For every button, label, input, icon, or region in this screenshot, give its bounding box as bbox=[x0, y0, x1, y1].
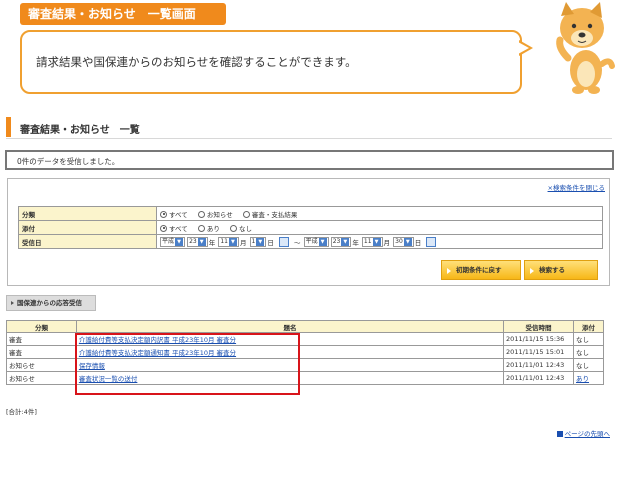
row-time: 2011/11/01 12:43 bbox=[503, 358, 575, 372]
from-day-select[interactable]: 1 ▼ bbox=[249, 236, 267, 247]
play-icon bbox=[530, 268, 534, 274]
speech-bubble-text: 請求結果や国保連からのお知らせを確認することができます。 bbox=[36, 55, 357, 69]
category-label: 分類 bbox=[18, 206, 157, 221]
to-day-select[interactable]: 30 ▼ bbox=[393, 236, 414, 247]
col-title: 題名 bbox=[75, 320, 505, 333]
row-category: 審査 bbox=[6, 332, 77, 346]
row-category: お知らせ bbox=[6, 358, 77, 372]
title-accent-bar bbox=[6, 117, 11, 137]
col-time: 受信時間 bbox=[503, 320, 575, 333]
highlight-frame bbox=[75, 333, 300, 395]
radio-icon[interactable] bbox=[229, 224, 237, 232]
row-attach: なし bbox=[573, 345, 604, 359]
radio-icon[interactable] bbox=[242, 210, 250, 218]
radio-icon[interactable] bbox=[160, 210, 167, 218]
receive-message: 0件のデータを受信しました。 bbox=[17, 157, 120, 166]
reset-conditions-button[interactable]: 初期条件に戻す bbox=[441, 260, 521, 280]
page-title: 審査結果・お知らせ 一覧 bbox=[6, 117, 612, 139]
received-date-range: 平成 ▼ 23 ▼ 年 11 ▼ 月 1 ▼ 日 〜 平成 ▼ 23 ▼ 年 11 ▼ 月 30 ▼ 日 bbox=[156, 234, 603, 249]
chevron-down-icon: ▼ bbox=[372, 237, 381, 246]
from-month-select[interactable]: 11 ▼ bbox=[218, 236, 239, 247]
category-option-all[interactable]: すべて bbox=[160, 210, 188, 219]
received-date-label: 受信日 bbox=[18, 234, 157, 249]
page-title-text: 審査結果・お知らせ 一覧 bbox=[20, 125, 140, 136]
to-year-select[interactable]: 23 ▼ bbox=[330, 236, 352, 247]
chevron-down-icon: ▼ bbox=[175, 237, 184, 246]
arrow-up-icon bbox=[556, 431, 563, 437]
play-icon bbox=[11, 301, 14, 305]
attachment-option-all[interactable]: すべて bbox=[160, 224, 188, 233]
tab-response-receive[interactable]: 国保連からの応答受信 bbox=[6, 295, 96, 311]
category-option-notice[interactable]: お知らせ bbox=[197, 210, 233, 219]
row-attach: なし bbox=[573, 332, 604, 346]
col-category: 分類 bbox=[6, 320, 77, 333]
chevron-down-icon: ▼ bbox=[403, 237, 412, 246]
chevron-down-icon: ▼ bbox=[228, 237, 237, 246]
to-calendar-icon[interactable] bbox=[426, 236, 437, 247]
attachment-radio-group: すべて あり なし bbox=[156, 220, 603, 235]
radio-icon[interactable] bbox=[197, 210, 205, 218]
col-attach: 添付 bbox=[573, 320, 604, 333]
attachment-label: 添付 bbox=[18, 220, 157, 235]
row-category: お知らせ bbox=[6, 371, 77, 385]
dog-mascot-icon bbox=[556, 2, 615, 94]
row-time: 2011/11/15 15:01 bbox=[503, 345, 575, 359]
header-tab-title: 審査結果・お知らせ 一覧画面 bbox=[20, 3, 226, 25]
chevron-down-icon: ▼ bbox=[256, 237, 265, 246]
from-era-select[interactable]: 平成 ▼ bbox=[160, 236, 186, 247]
category-radio-group: すべて お知らせ 審査・支払結果 bbox=[156, 206, 603, 221]
row-time: 2011/11/15 15:36 bbox=[503, 332, 575, 346]
to-era-select[interactable]: 平成 ▼ bbox=[303, 236, 329, 247]
attachment-option-no[interactable]: なし bbox=[229, 224, 252, 233]
radio-icon[interactable] bbox=[197, 224, 205, 232]
row-category: 審査 bbox=[6, 345, 77, 359]
attachment-option-yes[interactable]: あり bbox=[197, 224, 220, 233]
row-time: 2011/11/01 12:43 bbox=[503, 371, 575, 385]
from-year-select[interactable]: 23 ▼ bbox=[187, 236, 208, 247]
category-option-review[interactable]: 審査・支払結果 bbox=[242, 210, 297, 219]
chevron-down-icon: ▼ bbox=[197, 237, 206, 246]
table-header-row: 分類 題名 受信時間 添付 bbox=[6, 320, 604, 333]
total-count: [合計:4件] bbox=[6, 408, 37, 416]
chevron-down-icon: ▼ bbox=[318, 237, 327, 246]
search-panel: ×検索条件を閉じる 分類 すべて お知らせ 審査・支払結果 添付 すべて あり … bbox=[7, 178, 610, 286]
close-search-link[interactable]: ×検索条件を閉じる bbox=[548, 182, 605, 192]
row-attach-link[interactable]: あり bbox=[576, 375, 589, 383]
radio-icon[interactable] bbox=[160, 224, 167, 232]
row-attach: なし bbox=[573, 358, 604, 372]
play-icon bbox=[447, 268, 451, 274]
to-month-select[interactable]: 11 ▼ bbox=[361, 236, 383, 247]
search-button[interactable]: 検索する bbox=[524, 260, 598, 280]
speech-bubble: 請求結果や国保連からのお知らせを確認することができます。 bbox=[20, 30, 522, 94]
from-calendar-icon[interactable] bbox=[278, 236, 289, 247]
search-conditions-table: 分類 すべて お知らせ 審査・支払結果 添付 すべて あり なし 受信日 平成 ▼… bbox=[18, 206, 603, 249]
page-top-link[interactable]: ページの先頭へ bbox=[556, 428, 610, 438]
chevron-down-icon: ▼ bbox=[341, 237, 350, 246]
receive-message-box: 0件のデータを受信しました。 bbox=[5, 150, 614, 170]
